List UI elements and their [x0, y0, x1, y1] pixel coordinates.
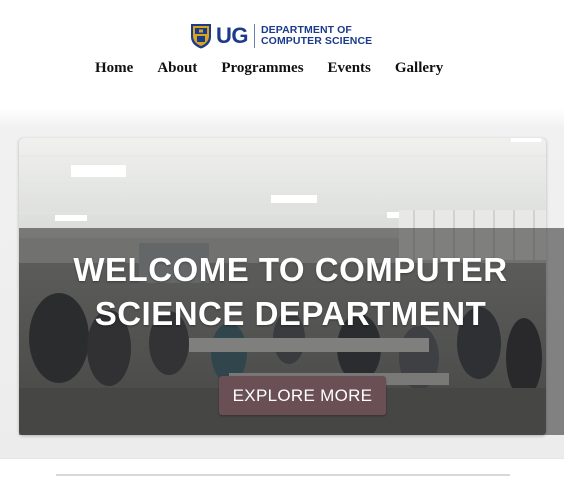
university-crest-icon	[191, 24, 211, 49]
nav-item-about[interactable]: About	[157, 58, 197, 78]
site-logo[interactable]: UG DEPARTMENT OF COMPUTER SCIENCE	[190, 22, 372, 50]
main-navigation: Home About Programmes Events Gallery	[95, 58, 443, 78]
logo-ug-text: UG	[216, 23, 249, 48]
logo-department-name: DEPARTMENT OF COMPUTER SCIENCE	[261, 25, 372, 47]
hero-title-line2: SCIENCE DEPARTMENT	[94, 295, 487, 332]
hero-title: WELCOME TO COMPUTER SCIENCE DEPARTMENT	[19, 248, 546, 336]
site-header: UG DEPARTMENT OF COMPUTER SCIENCE Home A…	[0, 0, 564, 108]
hero-title-line1: WELCOME TO COMPUTER	[73, 251, 508, 288]
logo-department-line2: COMPUTER SCIENCE	[261, 35, 373, 47]
nav-item-gallery[interactable]: Gallery	[395, 58, 443, 78]
nav-item-programmes[interactable]: Programmes	[221, 58, 303, 78]
explore-more-button[interactable]: EXPLORE MORE	[219, 376, 386, 415]
nav-item-home[interactable]: Home	[95, 58, 133, 78]
logo-divider	[254, 24, 255, 48]
nav-item-events[interactable]: Events	[328, 58, 371, 78]
